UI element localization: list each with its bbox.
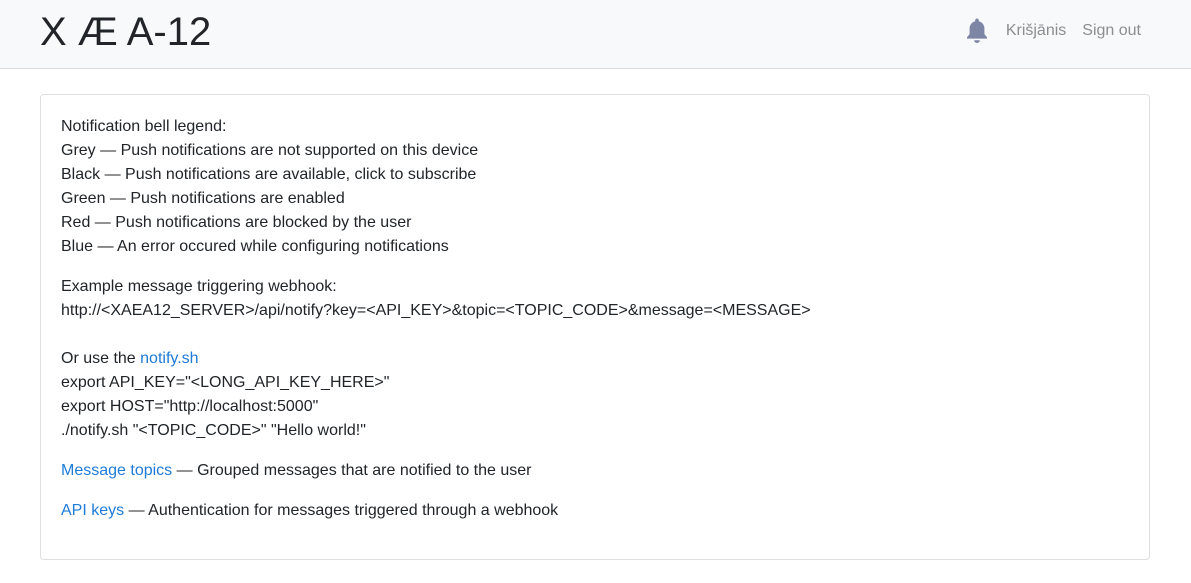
- webhook-title: Example message triggering webhook:: [61, 278, 337, 295]
- main-card: Notification bell legend: Grey — Push no…: [40, 94, 1150, 560]
- legend-blue: Blue — An error occured while configurin…: [61, 238, 449, 255]
- script-line-host: export HOST="http://localhost:5000": [61, 398, 319, 415]
- script-line-run: ./notify.sh "<TOPIC_CODE>" "Hello world!…: [61, 422, 366, 439]
- sign-out-link[interactable]: Sign out: [1082, 22, 1141, 40]
- topics-desc: — Grouped messages that are notified to …: [172, 462, 532, 479]
- nav-right: Krišjānis Sign out: [965, 17, 1141, 45]
- message-topics-link[interactable]: Message topics: [61, 462, 172, 479]
- legend-black: Black — Push notifications are available…: [61, 166, 477, 183]
- api-keys-link[interactable]: API keys: [61, 502, 124, 519]
- webhook-section: Example message triggering webhook: http…: [61, 275, 1129, 443]
- legend-title: Notification bell legend:: [61, 118, 227, 135]
- navbar: X Æ A-12 Krišjānis Sign out: [0, 0, 1191, 69]
- apikeys-section: API keys — Authentication for messages t…: [61, 499, 1129, 523]
- webhook-url: http://<XAEA12_SERVER>/api/notify?key=<A…: [61, 302, 811, 319]
- legend-green: Green — Push notifications are enabled: [61, 190, 345, 207]
- brand-logo[interactable]: X Æ A-12: [40, 10, 211, 54]
- apikeys-desc: — Authentication for messages triggered …: [124, 502, 559, 519]
- user-profile-link[interactable]: Krišjānis: [1006, 22, 1066, 40]
- notify-sh-link[interactable]: notify.sh: [140, 350, 198, 367]
- script-line-api-key: export API_KEY="<LONG_API_KEY_HERE>": [61, 374, 390, 391]
- legend-grey: Grey — Push notifications are not suppor…: [61, 142, 479, 159]
- topics-section: Message topics — Grouped messages that a…: [61, 459, 1129, 483]
- legend-red: Red — Push notifications are blocked by …: [61, 214, 412, 231]
- script-intro-line: Or use the notify.sh: [61, 347, 1129, 371]
- script-intro: Or use the: [61, 350, 141, 367]
- legend-section: Notification bell legend: Grey — Push no…: [61, 115, 1129, 259]
- bell-icon[interactable]: [965, 17, 989, 45]
